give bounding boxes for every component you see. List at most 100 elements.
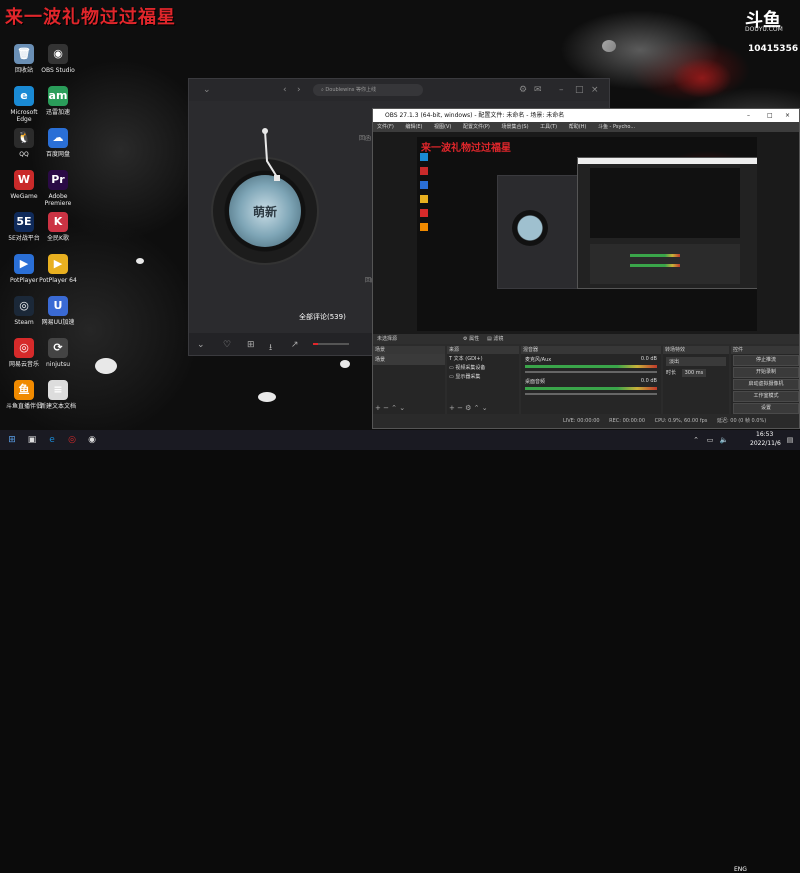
volume-slider[interactable] [525, 371, 657, 373]
netease-music-icon: ◎ [14, 338, 34, 358]
desktop-icon[interactable]: ≡ 新建文本文档 [36, 378, 80, 422]
like-icon[interactable]: ♡ [223, 340, 231, 350]
collapse-icon[interactable]: ⌄ [203, 85, 211, 95]
album-cover: 萌新 [229, 175, 301, 247]
maximize-icon[interactable]: □ [767, 109, 773, 122]
qq-icon: 🐧 [14, 128, 34, 148]
obs-window[interactable]: OBS 27.1.3 (64-bit, windows) - 配置文件: 未命名… [372, 108, 800, 429]
transitions-dock: 转场特效 淡出 时长 300 ms [663, 346, 729, 414]
stop-streaming-button[interactable]: 停止推流 [733, 355, 799, 366]
baidu-netdisk-icon: ☁ [48, 128, 68, 148]
mixer-channel: 桌面音频 0.0 dB [525, 378, 657, 385]
desktop-icon[interactable]: ▶ PotPlayer 64 [36, 252, 80, 296]
nested-stream-title: 来一波礼物过过福星 [421, 143, 511, 154]
desktop-icon[interactable]: K 全民K歌 [36, 210, 80, 254]
start-recording-button[interactable]: 开始录制 [733, 367, 799, 378]
desktop-icon[interactable]: ⟳ ninjutsu [36, 336, 80, 380]
steam-icon: ◎ [14, 296, 34, 316]
clock-time[interactable]: 16:53 [756, 431, 773, 438]
mail-icon[interactable]: ✉ [534, 85, 542, 95]
music-player-titlebar: ⌄ ‹ › ⌕ Doublewins 等你上线 ⚙ ✉ – □ × [189, 79, 609, 101]
live-timer: LIVE: 00:00:00 [563, 418, 600, 424]
app-icon: ⟳ [48, 338, 68, 358]
task-view-icon[interactable]: ▣ [26, 434, 38, 446]
minimize-icon[interactable]: – [559, 85, 564, 95]
back-icon[interactable]: ‹ [283, 85, 287, 95]
source-item[interactable]: ▭ 视频采集设备 [447, 363, 519, 372]
preview-nested-desktop: 来一波礼物过过福星 [417, 137, 757, 331]
desktop-icon-label: 全民K歌 [47, 235, 69, 242]
desktop-icon-label: ninjutsu [45, 361, 71, 368]
comments-link[interactable]: 全部评论(539) [299, 312, 346, 322]
desktop-icon[interactable]: ☁ 百度网盘 [36, 126, 80, 170]
clock-date[interactable]: 2022/11/6 [750, 440, 781, 447]
collapse-icon[interactable]: ⌄ [197, 340, 205, 350]
scene-add-remove-icons[interactable]: + − ⌃ ⌄ [375, 404, 405, 412]
filters-button[interactable]: ▤ 滤镜 [487, 334, 503, 344]
maximize-icon[interactable]: □ [575, 85, 584, 95]
menu-edit[interactable]: 编辑(E) [405, 124, 422, 130]
edge-taskbar-icon[interactable]: e [46, 434, 58, 446]
close-icon[interactable]: × [591, 85, 599, 95]
menu-douyu[interactable]: 斗鱼 - Psycho... [598, 124, 635, 130]
source-item[interactable]: ▭ 显示器采集 [447, 372, 519, 381]
source-add-remove-icons[interactable]: + − ⚙ ⌃ ⌄ [449, 404, 488, 412]
wallpaper-splatter [95, 358, 117, 374]
menu-file[interactable]: 文件(F) [377, 124, 394, 130]
wallpaper-splatter [258, 392, 276, 402]
douyu-icon: 鱼 [14, 380, 34, 400]
desktop-icon[interactable]: am 迅雷加速 [36, 84, 80, 128]
duration-input[interactable]: 300 ms [681, 369, 707, 377]
volume-slider[interactable] [525, 393, 657, 395]
minimize-icon[interactable]: – [747, 109, 750, 122]
virtual-camera-button[interactable]: 启动虚拟摄像机 [733, 379, 799, 390]
obs-preview[interactable]: 来一波礼物过过福星 [373, 132, 799, 334]
forward-icon[interactable]: › [297, 85, 301, 95]
settings-button[interactable]: 设置 [733, 403, 799, 414]
transitions-header: 转场特效 [663, 346, 729, 354]
cpu-status: CPU: 0.9%, 60.00 fps [654, 418, 708, 424]
uu-icon: U [48, 296, 68, 316]
obs-menubar: 文件(F) 编辑(E) 视图(V) 配置文件(P) 场景集合(S) 工具(T) … [373, 122, 799, 132]
album-cover-text: 萌新 [253, 205, 278, 219]
wallpaper-figure-hair [672, 58, 732, 98]
menu-scene-collection[interactable]: 场景集合(S) [501, 124, 528, 130]
delay-status: 延迟: 00 (0 帧 0.0%) [716, 418, 767, 424]
playback-progress-bar[interactable] [313, 343, 349, 345]
desktop-icon-label: 迅雷加速 [45, 109, 70, 116]
download-icon[interactable]: ⭳ [269, 340, 272, 356]
rec-timer: REC: 00:00:00 [609, 418, 646, 424]
desktop-icon[interactable]: Pr Adobe Premiere [36, 168, 80, 212]
netease-music-taskbar-icon[interactable]: ◎ [66, 434, 78, 446]
menu-help[interactable]: 帮助(H) [569, 124, 587, 130]
selected-source-label: 未选择源 [377, 336, 398, 342]
desktop-icon[interactable]: ◉ OBS Studio [36, 42, 80, 86]
search-input[interactable]: ⌕ Doublewins 等你上线 [313, 84, 423, 96]
menu-view[interactable]: 视图(V) [434, 124, 451, 130]
properties-button[interactable]: ⚙ 属性 [463, 334, 479, 344]
tray-chevron-icon[interactable]: ⌃ [690, 434, 702, 446]
source-item[interactable]: T 文本 (GDI+) [447, 354, 519, 363]
menu-tools[interactable]: 工具(T) [540, 124, 557, 130]
menu-profile[interactable]: 配置文件(P) [463, 124, 490, 130]
nested-obs-docks [590, 244, 740, 284]
input-language[interactable]: ENG [734, 866, 747, 873]
share-icon[interactable]: ↗ [291, 340, 299, 350]
obs-window-title: OBS 27.1.3 (64-bit, windows) - 配置文件: 未命名… [385, 112, 565, 119]
transition-select[interactable]: 淡出 [666, 357, 726, 366]
scene-item[interactable]: 场景 [373, 354, 445, 365]
desktop-icon[interactable]: U 网易UU加速 [36, 294, 80, 338]
wallpaper-splatter [136, 258, 144, 264]
settings-icon[interactable]: ⚙ [519, 85, 527, 95]
network-icon[interactable]: ▭ [704, 434, 716, 446]
close-icon[interactable]: × [785, 109, 790, 122]
wegame-icon: W [14, 170, 34, 190]
notifications-icon[interactable]: ▤ [784, 434, 796, 446]
desktop-icon-label: 网易UU加速 [41, 319, 75, 326]
add-to-playlist-icon[interactable]: ⊞ [247, 340, 255, 350]
text-file-icon: ≡ [48, 380, 68, 400]
studio-mode-button[interactable]: 工作室模式 [733, 391, 799, 402]
windows-start-icon[interactable]: ⊞ [6, 434, 18, 446]
obs-taskbar-icon[interactable]: ◉ [86, 434, 98, 446]
volume-icon[interactable]: 🔈 [718, 434, 730, 446]
